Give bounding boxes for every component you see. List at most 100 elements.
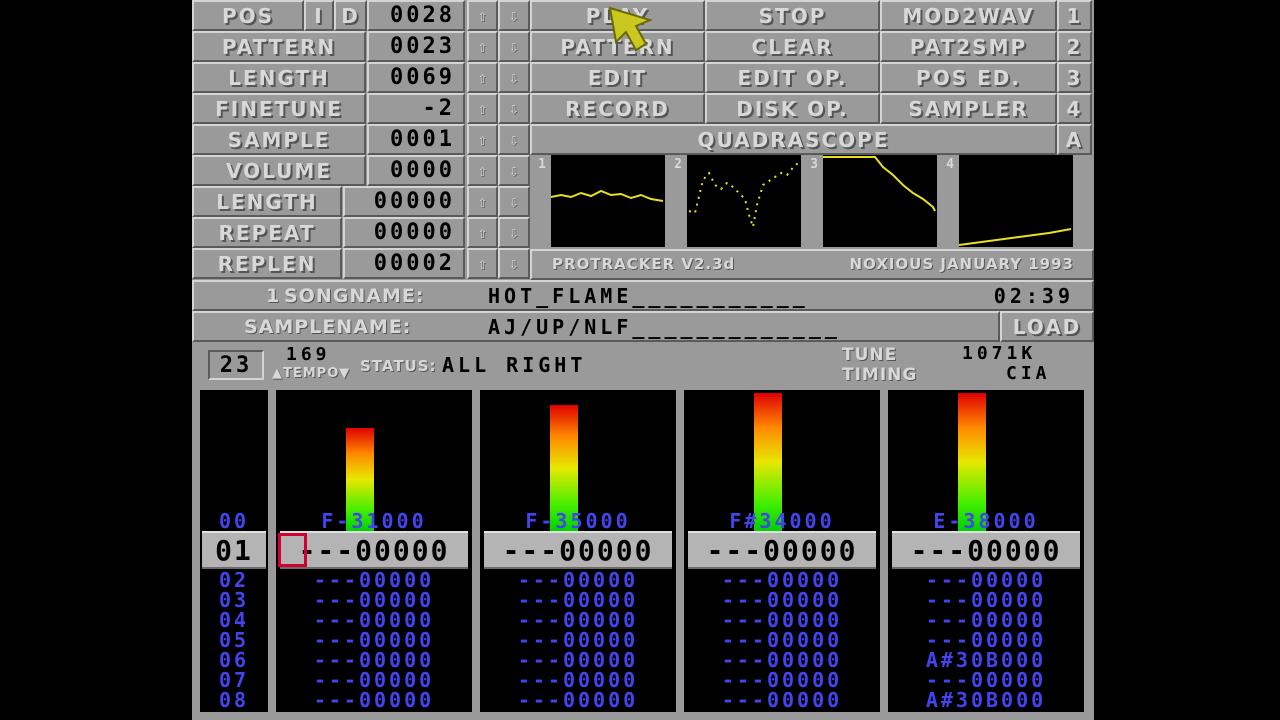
channel-3-row-07[interactable]: ---00000 <box>684 670 880 690</box>
channel-4-row-02[interactable]: ---00000 <box>888 570 1084 590</box>
delete-position-button[interactable]: D <box>334 0 367 31</box>
channel-1-row-00[interactable]: F-31000 <box>276 511 472 531</box>
finetune-value[interactable]: -2 <box>367 93 465 124</box>
load-sample-button[interactable]: LOAD <box>1000 311 1094 342</box>
record-button[interactable]: RECORD <box>530 93 705 124</box>
channel-1-current-row[interactable]: ---00000 <box>280 531 468 569</box>
mod2wav-button[interactable]: MOD2WAV <box>880 0 1057 31</box>
preset-4-button[interactable]: 4 <box>1057 93 1092 124</box>
volume-up-arrow-icon[interactable]: ⇧ <box>467 155 498 186</box>
preset-3-button[interactable]: 3 <box>1057 62 1092 93</box>
channel-3-row-06[interactable]: ---00000 <box>684 650 880 670</box>
pos-down-arrow-icon[interactable]: ⇩ <box>498 0 530 31</box>
preset-1-button[interactable]: 1 <box>1057 0 1092 31</box>
scope-channel-2-number[interactable]: 2 <box>671 157 685 245</box>
songname-field[interactable]: HOT_FLAME___________ <box>488 284 809 308</box>
channel-1-row-06[interactable]: ---00000 <box>276 650 472 670</box>
channel-3-row-08[interactable]: ---00000 <box>684 690 880 710</box>
channel-1-row-02[interactable]: ---00000 <box>276 570 472 590</box>
channel-2-row-06[interactable]: ---00000 <box>480 650 676 670</box>
stop-button[interactable]: STOP <box>705 0 880 31</box>
edit-op-button[interactable]: EDIT OP. <box>705 62 880 93</box>
repeat-down-arrow-icon[interactable]: ⇩ <box>498 217 530 248</box>
scope-channel-3-number[interactable]: 3 <box>807 157 821 245</box>
scope-channel-4-number[interactable]: 4 <box>943 157 957 245</box>
down-arrow-glyph: ⇩ <box>509 223 519 242</box>
channel-3-row-00[interactable]: F#34000 <box>684 511 880 531</box>
channel-4-row-08[interactable]: A#30B000 <box>888 690 1084 710</box>
sample-up-arrow-icon[interactable]: ⇧ <box>467 124 498 155</box>
repeat-value[interactable]: 00000 <box>343 217 465 248</box>
channel-4-row-04[interactable]: ---00000 <box>888 610 1084 630</box>
channel-2-row-00[interactable]: F-35000 <box>480 511 676 531</box>
channel-3-current-row[interactable]: ---00000 <box>688 531 876 569</box>
quadrascope-a-button[interactable]: A <box>1057 124 1092 155</box>
sample-value[interactable]: 0001 <box>367 124 465 155</box>
pos-up-arrow-icon[interactable]: ⇧ <box>467 0 498 31</box>
length-value[interactable]: 0069 <box>367 62 465 93</box>
channel-2-current-row[interactable]: ---00000 <box>484 531 672 569</box>
channel-4-row-05[interactable]: ---00000 <box>888 630 1084 650</box>
length-down-arrow-icon[interactable]: ⇩ <box>498 62 530 93</box>
replen-value[interactable]: 00002 <box>343 248 465 279</box>
pat2smp-button[interactable]: PAT2SMP <box>880 31 1057 62</box>
channel-2-row-04[interactable]: ---00000 <box>480 610 676 630</box>
sample-down-arrow-icon[interactable]: ⇩ <box>498 124 530 155</box>
insert-position-button[interactable]: I <box>304 0 334 31</box>
preset-2-button[interactable]: 2 <box>1057 31 1092 62</box>
channel-3-row-05[interactable]: ---00000 <box>684 630 880 650</box>
channel-2-row-05[interactable]: ---00000 <box>480 630 676 650</box>
sampler-button[interactable]: SAMPLER <box>880 93 1057 124</box>
channel-4-row-06[interactable]: A#30B000 <box>888 650 1084 670</box>
status-text: ALL RIGHT <box>442 353 587 377</box>
channel-3-row-02[interactable]: ---00000 <box>684 570 880 590</box>
volume-value[interactable]: 0000 <box>367 155 465 186</box>
channel-1-row-04[interactable]: ---00000 <box>276 610 472 630</box>
channel-2-row-03[interactable]: ---00000 <box>480 590 676 610</box>
channel-1-row-08[interactable]: ---00000 <box>276 690 472 710</box>
channel-1-row-03[interactable]: ---00000 <box>276 590 472 610</box>
pattern-label-text: PATTERN <box>221 34 337 59</box>
channel-3-row-04[interactable]: ---00000 <box>684 610 880 630</box>
clear-button[interactable]: CLEAR <box>705 31 880 62</box>
tempo-control[interactable]: ▲TEMPO▼ <box>272 366 350 381</box>
channel-1-row-05[interactable]: ---00000 <box>276 630 472 650</box>
pattern-value[interactable]: 0023 <box>367 31 465 62</box>
replen-up-arrow-icon[interactable]: ⇧ <box>467 248 498 279</box>
length-down-arrow-icon[interactable]: ⇩ <box>498 186 530 217</box>
disk-op-button[interactable]: DISK OP. <box>705 93 880 124</box>
quadrascope-button[interactable]: QUADRASCOPE <box>530 124 1057 155</box>
channel-3-row-03[interactable]: ---00000 <box>684 590 880 610</box>
channel-4-current-row[interactable]: ---00000 <box>892 531 1080 569</box>
pos-ed-button[interactable]: POS ED. <box>880 62 1057 93</box>
up-arrow-glyph: ⇧ <box>477 37 488 56</box>
channel-2-row-08[interactable]: ---00000 <box>480 690 676 710</box>
scope-channel-1-number[interactable]: 1 <box>535 157 549 245</box>
stop-button-label: STOP <box>758 3 827 28</box>
length-up-arrow-icon[interactable]: ⇧ <box>467 186 498 217</box>
channel-4-row-00[interactable]: E-38000 <box>888 511 1084 531</box>
volume-down-arrow-icon[interactable]: ⇩ <box>498 155 530 186</box>
channel-4-row-07[interactable]: ---00000 <box>888 670 1084 690</box>
songname-label: SONGNAME: <box>284 285 425 307</box>
replen-down-arrow-icon[interactable]: ⇩ <box>498 248 530 279</box>
edit-cursor[interactable] <box>278 533 307 567</box>
down-arrow-glyph: ⇩ <box>509 37 519 56</box>
finetune-up-arrow-icon[interactable]: ⇧ <box>467 93 498 124</box>
channel-2-row-02[interactable]: ---00000 <box>480 570 676 590</box>
length-up-arrow-icon[interactable]: ⇧ <box>467 62 498 93</box>
repeat-up-arrow-icon[interactable]: ⇧ <box>467 217 498 248</box>
pattern-down-arrow-icon[interactable]: ⇩ <box>498 31 530 62</box>
pos-label: POS <box>192 0 304 31</box>
samplename-field[interactable]: AJ/UP/NLF_____________ <box>488 315 841 339</box>
length-value[interactable]: 00000 <box>343 186 465 217</box>
channel-4-row-03[interactable]: ---00000 <box>888 590 1084 610</box>
samplename-bar[interactable]: SAMPLENAME: AJ/UP/NLF_____________ <box>192 311 1000 342</box>
channel-2-row-07[interactable]: ---00000 <box>480 670 676 690</box>
pos-value[interactable]: 0028 <box>367 0 465 31</box>
songname-bar[interactable]: 1 SONGNAME: HOT_FLAME___________ 02:39 <box>192 280 1094 311</box>
edit-button[interactable]: EDIT <box>530 62 705 93</box>
finetune-down-arrow-icon[interactable]: ⇩ <box>498 93 530 124</box>
channel-1-row-07[interactable]: ---00000 <box>276 670 472 690</box>
pattern-up-arrow-icon[interactable]: ⇧ <box>467 31 498 62</box>
